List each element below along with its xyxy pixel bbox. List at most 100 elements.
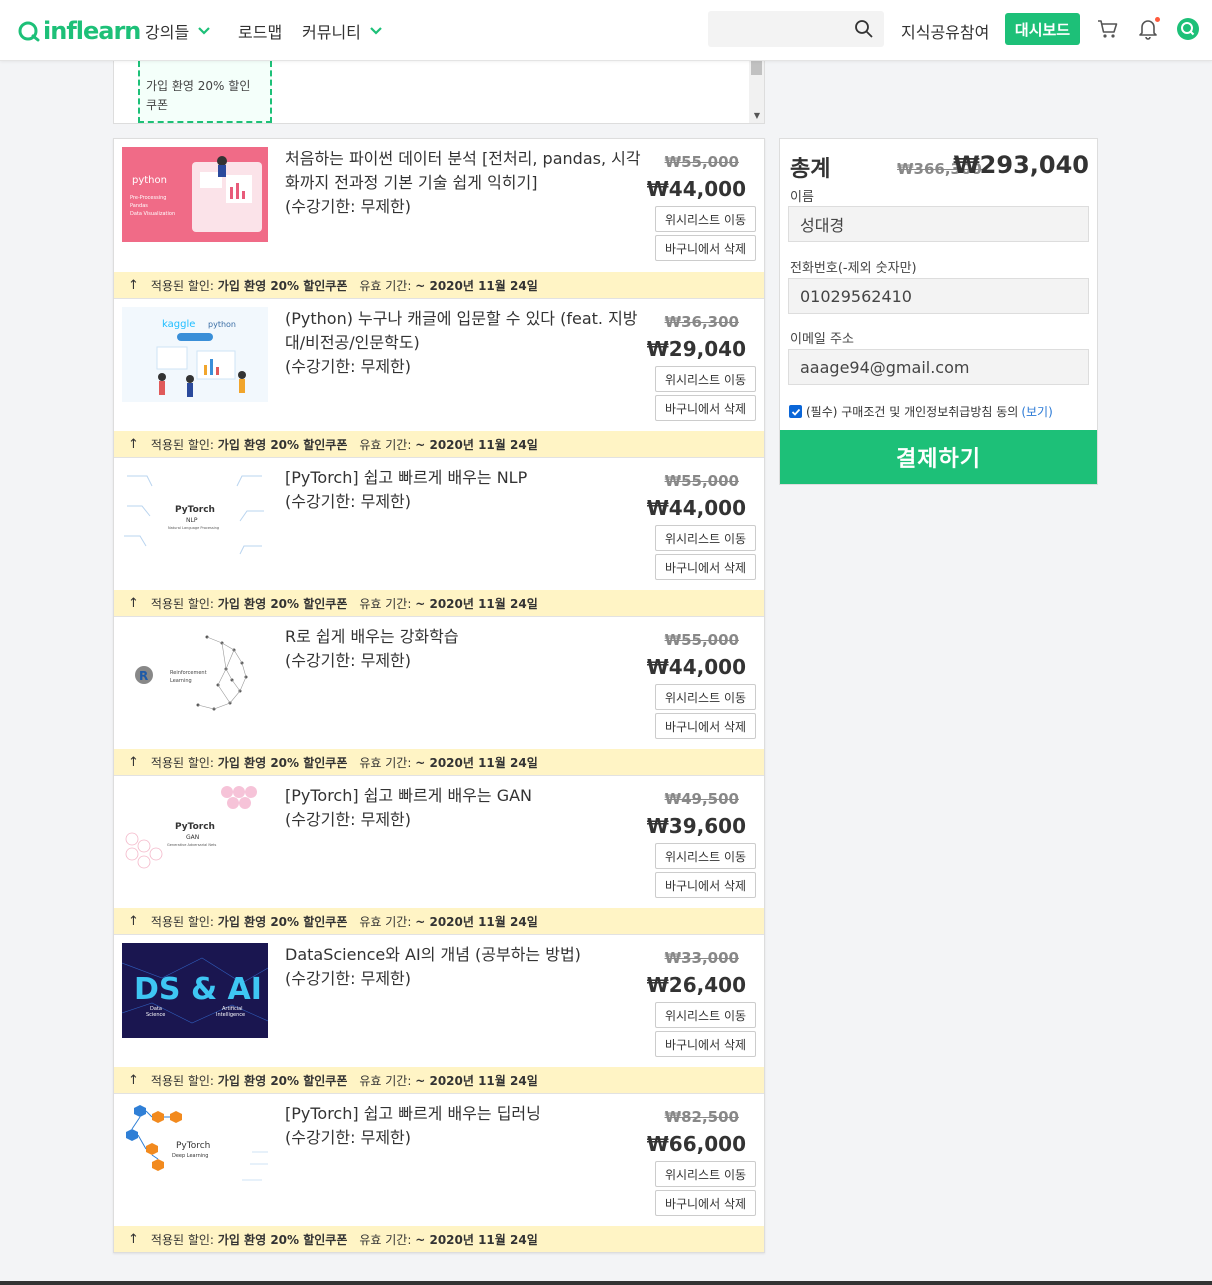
scroll-thumb[interactable]: [751, 61, 762, 75]
course-thumbnail[interactable]: python Pre-Processing Pandas Data Visual…: [122, 147, 268, 242]
move-to-wishlist-button[interactable]: 위시리스트 이동: [655, 206, 756, 232]
course-title[interactable]: R로 쉽게 배우는 강화학습 (수강기한: 무제한): [285, 625, 655, 673]
arrow-up-icon: ↑: [128, 1231, 139, 1247]
discount-info-bar: ↑ 적용된 할인: 가입 환영 20% 할인쿠폰 유효 기간: ~ 2020년 …: [114, 1067, 764, 1093]
course-title[interactable]: (Python) 누구나 캐글에 입문할 수 있다 (feat. 지방대/비전공…: [285, 307, 655, 379]
valid-until: ~ 2020년 11월 24일: [415, 596, 538, 611]
profile-icon[interactable]: [1176, 17, 1200, 41]
thumb-title: PyTorch: [176, 1141, 210, 1151]
svg-text:R: R: [139, 669, 148, 683]
svg-text:Pandas: Pandas: [130, 203, 148, 209]
nav-courses-label: 강의들: [145, 23, 190, 42]
valid-prefix: 유효 기간:: [359, 1073, 412, 1088]
terms-view-link[interactable]: (보기): [1021, 403, 1052, 420]
search-input[interactable]: [708, 11, 884, 47]
discount-info-bar: ↑ 적용된 할인: 가입 환영 20% 할인쿠폰 유효 기간: ~ 2020년 …: [114, 590, 764, 616]
discount-prefix: 적용된 할인:: [150, 914, 214, 929]
course-title-text: [PyTorch] 쉽고 빠르게 배우는 GAN: [285, 786, 533, 805]
course-thumbnail[interactable]: DS & AI Data Science Artificial Intellig…: [122, 943, 268, 1038]
course-title[interactable]: [PyTorch] 쉽고 빠르게 배우는 GAN (수강기한: 무제한): [285, 784, 655, 832]
nav-roadmap[interactable]: 로드맵: [238, 19, 282, 43]
course-title[interactable]: 처음하는 파이썬 데이터 분석 [전처리, pandas, 시각화까지 전과정 …: [285, 147, 655, 219]
total-heading: 총계: [790, 157, 831, 182]
thumb-title: python: [132, 175, 167, 186]
search-icon[interactable]: [854, 19, 874, 39]
discounted-price: ₩66,000: [646, 1132, 746, 1156]
course-period: (수강기한: 무제한): [285, 969, 412, 988]
phone-field[interactable]: 01029562410: [788, 278, 1089, 314]
valid-until: ~ 2020년 11월 24일: [415, 437, 538, 452]
discounted-total: ₩293,040: [953, 151, 1089, 179]
arrow-up-icon: ↑: [128, 595, 139, 611]
logo-text: inflearn: [43, 17, 141, 45]
remove-from-cart-button[interactable]: 바구니에서 삭제: [655, 395, 756, 421]
discount-name: 가입 환영 20% 할인쿠폰: [217, 755, 348, 770]
original-price: ₩36,300: [664, 313, 739, 331]
email-field[interactable]: aaage94@gmail.com: [788, 349, 1089, 385]
svg-text:Intelligence: Intelligence: [216, 1012, 245, 1018]
course-thumbnail[interactable]: R Reinforcement Learning: [122, 625, 268, 720]
scroll-down-arrow-icon[interactable]: ▼: [754, 111, 760, 120]
course-title[interactable]: [PyTorch] 쉽고 빠르게 배우는 딥러닝 (수강기한: 무제한): [285, 1102, 655, 1150]
inflearn-logo[interactable]: inflearn: [17, 17, 141, 45]
terms-text: (필수) 구매조건 및 개인정보취급방침 동의: [806, 405, 1019, 419]
footer-edge: [0, 1281, 1212, 1285]
discount-info-bar: ↑ 적용된 할인: 가입 환영 20% 할인쿠폰 유효 기간: ~ 2020년 …: [114, 908, 764, 934]
thumb-title: kaggle: [162, 319, 195, 330]
name-field[interactable]: 성대경: [788, 206, 1089, 242]
course-thumbnail[interactable]: PyTorch Deep Learning: [122, 1102, 268, 1197]
thumb-title: PyTorch: [175, 505, 215, 515]
valid-until: ~ 2020년 11월 24일: [415, 755, 538, 770]
move-to-wishlist-button[interactable]: 위시리스트 이동: [655, 366, 756, 392]
svg-text:Generative Adversarial Nets: Generative Adversarial Nets: [167, 843, 216, 847]
course-thumbnail[interactable]: kaggle python: [122, 307, 268, 402]
pay-button[interactable]: 결제하기: [780, 430, 1097, 484]
dashboard-button[interactable]: 대시보드: [1005, 13, 1080, 45]
cart-item: PyTorch NLP Natural Language Processing …: [114, 457, 764, 616]
terms-checkbox[interactable]: [789, 405, 802, 418]
logo-icon: [18, 21, 40, 42]
discount-info-bar: ↑ 적용된 할인: 가입 환영 20% 할인쿠폰 유효 기간: ~ 2020년 …: [114, 431, 764, 457]
valid-until: ~ 2020년 11월 24일: [415, 1232, 538, 1247]
discounted-price: ₩44,000: [646, 177, 746, 201]
course-thumbnail[interactable]: PyTorch NLP Natural Language Processing: [122, 466, 268, 561]
nav-courses[interactable]: 강의들: [145, 19, 211, 43]
share-knowledge-link[interactable]: 지식공유참여: [901, 19, 989, 43]
chevron-down-icon: [370, 27, 382, 35]
remove-from-cart-button[interactable]: 바구니에서 삭제: [655, 1031, 756, 1057]
course-title[interactable]: DataScience와 AI의 개념 (공부하는 방법) (수강기한: 무제한…: [285, 943, 655, 991]
remove-from-cart-button[interactable]: 바구니에서 삭제: [655, 872, 756, 898]
remove-from-cart-button[interactable]: 바구니에서 삭제: [655, 235, 756, 261]
cart-item: python Pre-Processing Pandas Data Visual…: [114, 139, 764, 298]
check-icon: [791, 408, 800, 416]
remove-from-cart-button[interactable]: 바구니에서 삭제: [655, 554, 756, 580]
original-price: ₩33,000: [664, 949, 739, 967]
email-label: 이메일 주소: [790, 332, 854, 347]
arrow-up-icon: ↑: [128, 913, 139, 929]
discount-info-bar: ↑ 적용된 할인: 가입 환영 20% 할인쿠폰 유효 기간: ~ 2020년 …: [114, 1226, 764, 1252]
remove-from-cart-button[interactable]: 바구니에서 삭제: [655, 1190, 756, 1216]
move-to-wishlist-button[interactable]: 위시리스트 이동: [655, 1002, 756, 1028]
nav-community-label: 커뮤니티: [302, 23, 361, 42]
course-title[interactable]: [PyTorch] 쉽고 빠르게 배우는 NLP (수강기한: 무제한): [285, 466, 655, 514]
nav-community[interactable]: 커뮤니티: [302, 19, 383, 43]
thumb-sub: Learning: [170, 678, 192, 684]
coupon-card[interactable]: 가입 환영 20% 할인 쿠폰: [138, 61, 272, 123]
discount-info-bar: ↑ 적용된 할인: 가입 환영 20% 할인쿠폰 유효 기간: ~ 2020년 …: [114, 749, 764, 775]
coupon-list: 가입 환영 20% 할인 쿠폰 ▼: [113, 61, 765, 124]
original-price: ₩82,500: [664, 1108, 739, 1126]
move-to-wishlist-button[interactable]: 위시리스트 이동: [655, 1161, 756, 1187]
course-thumbnail[interactable]: PyTorch GAN Generative Adversarial Nets: [122, 784, 268, 879]
move-to-wishlist-button[interactable]: 위시리스트 이동: [655, 525, 756, 551]
nav-roadmap-label: 로드맵: [238, 23, 283, 42]
course-title-text: (Python) 누구나 캐글에 입문할 수 있다 (feat. 지방대/비전공…: [285, 309, 638, 352]
thumb-title: DS & AI: [134, 972, 262, 1007]
valid-until: ~ 2020년 11월 24일: [415, 278, 538, 293]
remove-from-cart-button[interactable]: 바구니에서 삭제: [655, 713, 756, 739]
move-to-wishlist-button[interactable]: 위시리스트 이동: [655, 684, 756, 710]
course-period: (수강기한: 무제한): [285, 357, 412, 376]
coupon-scrollbar[interactable]: ▼: [749, 61, 764, 123]
discount-prefix: 적용된 할인:: [150, 437, 214, 452]
move-to-wishlist-button[interactable]: 위시리스트 이동: [655, 843, 756, 869]
cart-icon[interactable]: [1097, 18, 1119, 40]
